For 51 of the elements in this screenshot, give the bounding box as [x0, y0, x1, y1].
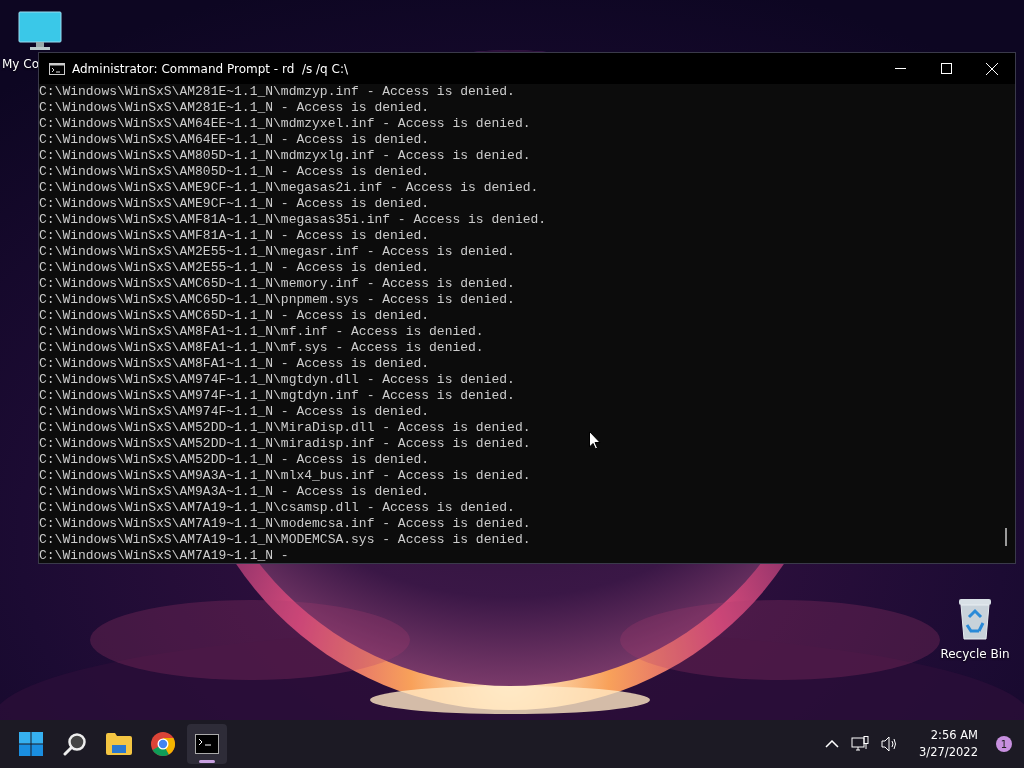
console-icon	[49, 62, 65, 75]
console-line: C:\Windows\WinSxS\AMF81A~1.1_N - Access is denied.	[39, 228, 430, 244]
console-line: C:\Windows\WinSxS\AMC65D~1.1_N\pnpmem.sys - Access is denied.	[39, 292, 515, 308]
console-line: C:\Windows\WinSxS\AM8FA1~1.1_N\mf.inf - Access is denied.	[39, 324, 484, 340]
console-line: C:\Windows\WinSxS\AM974F~1.1_N\mgtdyn.inf - Access is denied.	[39, 388, 515, 404]
console-line: C:\Windows\WinSxS\AM52DD~1.1_N - Access is denied.	[39, 452, 430, 468]
console-icon	[195, 734, 219, 754]
console-line: C:\Windows\WinSxS\AM974F~1.1_N - Access is denied.	[39, 404, 430, 420]
console-line: C:\Windows\WinSxS\AME9CF~1.1_N - Access is denied.	[39, 196, 430, 212]
console-line: C:\Windows\WinSxS\AME9CF~1.1_N\megasas2i.inf - Access is denied.	[39, 180, 539, 196]
console-line: C:\Windows\WinSxS\AM805D~1.1_N - Access is denied.	[39, 164, 430, 180]
console-line: C:\Windows\WinSxS\AM974F~1.1_N\mgtdyn.dll - Access is denied.	[39, 372, 515, 388]
console-line: C:\Windows\WinSxS\AM8FA1~1.1_N - Access is denied.	[39, 356, 430, 372]
console-line: C:\Windows\WinSxS\AM64EE~1.1_N - Access is denied.	[39, 132, 430, 148]
scrollbar-thumb[interactable]	[1005, 528, 1007, 546]
windows-logo-icon	[19, 732, 43, 756]
console-line: C:\Windows\WinSxS\AM64EE~1.1_N\mdmzyxel.inf - Access is denied.	[39, 116, 531, 132]
network-icon[interactable]	[851, 735, 870, 753]
console-line: C:\Windows\WinSxS\AM7A19~1.1_N -	[39, 548, 289, 563]
desktop-icon-label[interactable]: Recycle Bin	[940, 647, 1010, 661]
mouse-pointer-icon	[589, 431, 601, 450]
recycle-bin-icon[interactable]	[956, 597, 994, 641]
console-line: C:\Windows\WinSxS\AM281E~1.1_N\mdmzyp.inf - Access is denied.	[39, 84, 515, 100]
console-line: C:\Windows\WinSxS\AM9A3A~1.1_N\mlx4_bus.inf - Access is denied.	[39, 468, 531, 484]
console-line: C:\Windows\WinSxS\AM52DD~1.1_N\MiraDisp.dll - Access is denied.	[39, 420, 531, 436]
maximize-icon	[940, 63, 952, 74]
console-line: C:\Windows\WinSxS\AM9A3A~1.1_N - Access is denied.	[39, 484, 430, 500]
notification-badge[interactable]: 1	[996, 736, 1012, 752]
search-icon	[63, 732, 87, 756]
browser-icon	[151, 732, 175, 756]
console-line: C:\Windows\WinSxS\AMF81A~1.1_N\megasas35i.inf - Access is denied.	[39, 212, 547, 228]
chevron-up-icon[interactable]	[825, 740, 840, 748]
console-line: C:\Windows\WinSxS\AM2E55~1.1_N - Access is denied.	[39, 260, 430, 276]
window-title: Administrator: Command Prompt - rd /s /q C:\	[72, 61, 349, 76]
close-icon	[986, 62, 998, 75]
clock-date[interactable]: 3/27/2022	[919, 744, 978, 761]
console-line: C:\Windows\WinSxS\AM52DD~1.1_N\miradisp.inf - Access is denied.	[39, 436, 531, 452]
desktop-icon-label[interactable]: My Co	[2, 57, 39, 71]
folder-icon	[106, 733, 132, 755]
console-line: C:\Windows\WinSxS\AM7A19~1.1_N\MODEMCSA.sys - Access is denied.	[39, 532, 531, 548]
console-line: C:\Windows\WinSxS\AM8FA1~1.1_N\mf.sys - Access is denied.	[39, 340, 484, 356]
console-line: C:\Windows\WinSxS\AMC65D~1.1_N - Access is denied.	[39, 308, 430, 324]
console-line: C:\Windows\WinSxS\AM7A19~1.1_N\modemcsa.inf - Access is denied.	[39, 516, 531, 532]
console-line: C:\Windows\WinSxS\AM805D~1.1_N\mdmzyxlg.inf - Access is denied.	[39, 148, 531, 164]
monitor-icon[interactable]	[18, 11, 62, 51]
console-line: C:\Windows\WinSxS\AM281E~1.1_N - Access is denied.	[39, 100, 430, 116]
console-line: C:\Windows\WinSxS\AMC65D~1.1_N\memory.inf - Access is denied.	[39, 276, 515, 292]
console-line: C:\Windows\WinSxS\AM7A19~1.1_N\csamsp.dll - Access is denied.	[39, 500, 515, 516]
console-line: C:\Windows\WinSxS\AM2E55~1.1_N\megasr.inf - Access is denied.	[39, 244, 515, 260]
clock-time[interactable]: 2:56 AM	[930, 727, 978, 744]
taskbar-button[interactable]	[187, 724, 227, 764]
